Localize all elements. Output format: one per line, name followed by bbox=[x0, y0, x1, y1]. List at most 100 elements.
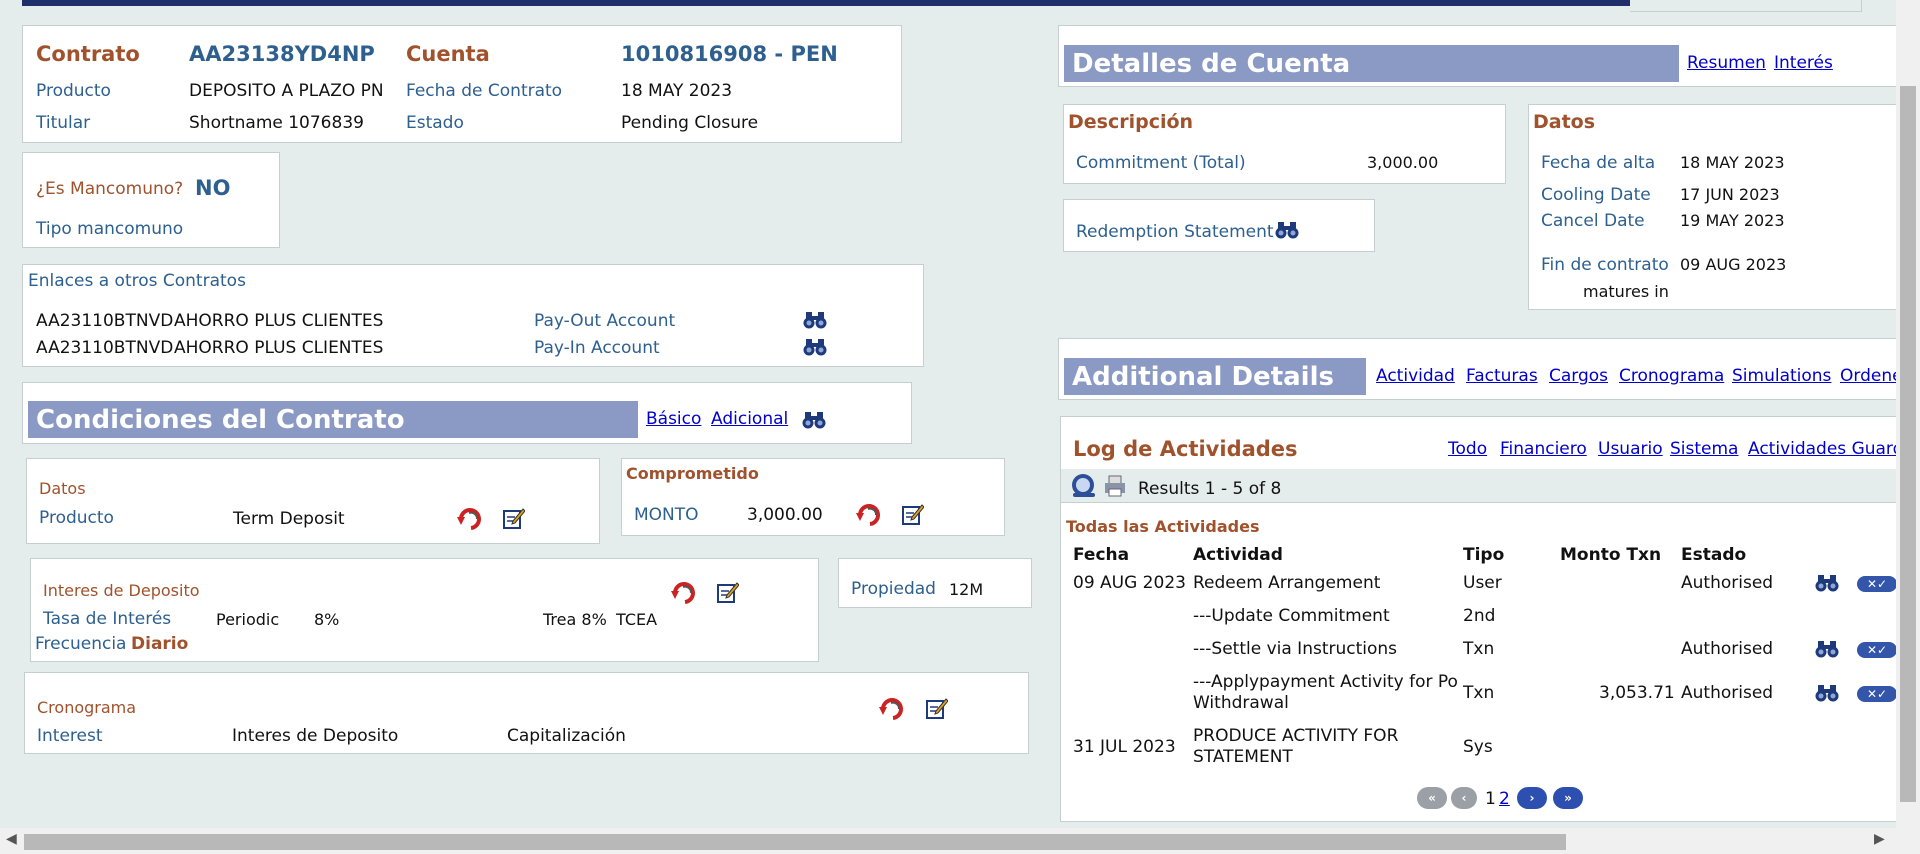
additional-details-panel: Additional Details Actividad Facturas Ca… bbox=[1058, 338, 1903, 400]
tasa-type: Periodic bbox=[216, 610, 280, 629]
vertical-scrollbar-thumb[interactable] bbox=[1900, 86, 1916, 802]
horizontal-scrollbar-thumb[interactable] bbox=[24, 834, 1566, 850]
top-header-border bbox=[1630, 0, 1862, 12]
horizontal-scrollbar[interactable]: ◀ ▶ bbox=[0, 828, 1920, 854]
reverse-icon[interactable]: ✕✓ bbox=[1857, 642, 1897, 658]
tab-facturas[interactable]: Facturas bbox=[1466, 366, 1538, 386]
filter-todo[interactable]: Todo bbox=[1448, 439, 1487, 459]
estado-value: Pending Closure bbox=[621, 113, 759, 133]
linked-contract-name: AHORRO PLUS CLIENTES bbox=[174, 311, 384, 331]
interes-link[interactable]: Interés bbox=[1774, 53, 1833, 73]
prev-page-button[interactable]: ‹ bbox=[1451, 787, 1477, 809]
top-header-strip bbox=[22, 0, 1630, 6]
all-activities-title: Todas las Actividades bbox=[1066, 517, 1260, 536]
conditions-title-text: Condiciones del Contrato bbox=[36, 404, 405, 435]
cancel-value: 19 MAY 2023 bbox=[1680, 211, 1785, 230]
conditions-header-panel: Condiciones del Contrato Básico Adiciona… bbox=[22, 382, 912, 444]
tipo-mancomuno-label: Tipo mancomuno bbox=[36, 219, 184, 239]
frecuencia-value: Diario bbox=[131, 634, 189, 654]
mancomuno-question: ¿Es Mancomuno? bbox=[36, 179, 184, 199]
cooling-label: Cooling Date bbox=[1541, 185, 1651, 205]
reverse-icon[interactable]: ✕✓ bbox=[1857, 686, 1897, 702]
estado-label: Estado bbox=[406, 113, 464, 133]
last-page-button[interactable]: » bbox=[1553, 787, 1583, 809]
row-actividad: Redeem Arrangement bbox=[1193, 573, 1381, 593]
row-monto: 3,053.71 bbox=[1599, 683, 1675, 703]
resumen-link[interactable]: Resumen bbox=[1687, 53, 1766, 73]
frecuencia-label: Frecuencia bbox=[35, 634, 127, 654]
scroll-left-arrow[interactable]: ◀ bbox=[6, 831, 17, 847]
row-actividad-cont: Withdrawal bbox=[1193, 693, 1289, 713]
filter-usuario[interactable]: Usuario bbox=[1598, 439, 1663, 459]
monto-value: 3,000.00 bbox=[747, 505, 823, 525]
descripcion-panel: Descripción Commitment (Total) 3,000.00 bbox=[1063, 104, 1506, 184]
revert-icon[interactable] bbox=[457, 505, 485, 531]
results-count: Results 1 - 5 of 8 bbox=[1138, 479, 1282, 499]
col-header-fecha: Fecha bbox=[1073, 545, 1130, 565]
edit-icon[interactable] bbox=[717, 581, 739, 603]
binoculars-icon[interactable] bbox=[1275, 220, 1299, 240]
contrato-value: AA23138YD4NP bbox=[189, 42, 375, 66]
col-header-actividad: Actividad bbox=[1193, 545, 1283, 565]
producto-label: Producto bbox=[36, 81, 111, 101]
tab-cronograma[interactable]: Cronograma bbox=[1619, 366, 1724, 386]
row-tipo: Sys bbox=[1463, 737, 1493, 757]
revert-icon[interactable] bbox=[856, 501, 884, 527]
reverse-icon[interactable]: ✕✓ bbox=[1857, 576, 1897, 592]
edit-icon[interactable] bbox=[926, 697, 948, 719]
page-2-link[interactable]: 2 bbox=[1499, 789, 1510, 809]
print-icon[interactable] bbox=[1103, 474, 1127, 498]
tcea-value: TCEA bbox=[616, 610, 658, 629]
tab-actividad[interactable]: Actividad bbox=[1376, 366, 1455, 386]
fecha-contrato-value: 18 MAY 2023 bbox=[621, 81, 733, 101]
linked-contract-id: AA23110BTNVD bbox=[36, 311, 174, 331]
tab-simulations[interactable]: Simulations bbox=[1732, 366, 1831, 386]
conditions-title: Condiciones del Contrato bbox=[28, 401, 638, 438]
row-actividad: PRODUCE ACTIVITY FOR bbox=[1193, 726, 1399, 746]
cuenta-label: Cuenta bbox=[406, 42, 490, 66]
datos-title: Datos bbox=[39, 479, 86, 498]
row-tipo: Txn bbox=[1463, 683, 1495, 703]
first-page-button[interactable]: « bbox=[1417, 787, 1447, 809]
page-current: 1 bbox=[1485, 789, 1496, 809]
binoculars-icon[interactable] bbox=[802, 410, 826, 430]
titular-label: Titular bbox=[36, 113, 91, 133]
scroll-right-arrow[interactable]: ▶ bbox=[1874, 831, 1885, 847]
search-icon[interactable] bbox=[1069, 473, 1099, 499]
fecha-contrato-label: Fecha de Contrato bbox=[406, 81, 563, 101]
additional-details-title: Additional Details bbox=[1064, 358, 1366, 395]
basico-link[interactable]: Básico bbox=[646, 409, 701, 429]
row-tipo: User bbox=[1463, 573, 1502, 593]
tab-ordenes[interactable]: Ordene bbox=[1840, 366, 1903, 386]
adicional-link[interactable]: Adicional bbox=[711, 409, 788, 429]
datos-producto-value: Term Deposit bbox=[233, 509, 345, 529]
next-page-button[interactable]: › bbox=[1517, 787, 1547, 809]
revert-icon[interactable] bbox=[671, 579, 699, 605]
table-row: 09 AUG 2023 Redeem Arrangement User Auth… bbox=[1061, 567, 1899, 597]
edit-icon[interactable] bbox=[902, 503, 924, 525]
tasa-label: Tasa de Interés bbox=[43, 609, 172, 629]
commitment-value: 3,000.00 bbox=[1367, 153, 1439, 172]
row-actividad: ---Update Commitment bbox=[1193, 606, 1390, 626]
table-row: ---Applypayment Activity for Po Withdraw… bbox=[1061, 667, 1899, 713]
row-actividad-cont: STATEMENT bbox=[1193, 747, 1293, 767]
revert-icon[interactable] bbox=[879, 695, 907, 721]
cronograma-title: Cronograma bbox=[37, 698, 137, 717]
filter-actividades-guardadas[interactable]: Actividades Guarda bbox=[1748, 439, 1914, 459]
binoculars-icon[interactable] bbox=[803, 310, 827, 330]
vertical-scrollbar[interactable] bbox=[1896, 0, 1920, 828]
binoculars-icon[interactable] bbox=[1815, 683, 1839, 703]
edit-icon[interactable] bbox=[503, 507, 525, 529]
contrato-label: Contrato bbox=[36, 42, 140, 66]
filter-financiero[interactable]: Financiero bbox=[1500, 439, 1587, 459]
redemption-label: Redemption Statement bbox=[1076, 222, 1274, 242]
linked-contracts-panel: Enlaces a otros Contratos AA23110BTNVD A… bbox=[22, 264, 924, 367]
filter-sistema[interactable]: Sistema bbox=[1670, 439, 1738, 459]
binoculars-icon[interactable] bbox=[803, 337, 827, 357]
tab-cargos[interactable]: Cargos bbox=[1549, 366, 1608, 386]
comprometido-title: Comprometido bbox=[626, 464, 759, 483]
interes-title: Interes de Deposito bbox=[43, 581, 200, 600]
propiedad-value: 12M bbox=[949, 580, 984, 599]
binoculars-icon[interactable] bbox=[1815, 573, 1839, 593]
binoculars-icon[interactable] bbox=[1815, 639, 1839, 659]
